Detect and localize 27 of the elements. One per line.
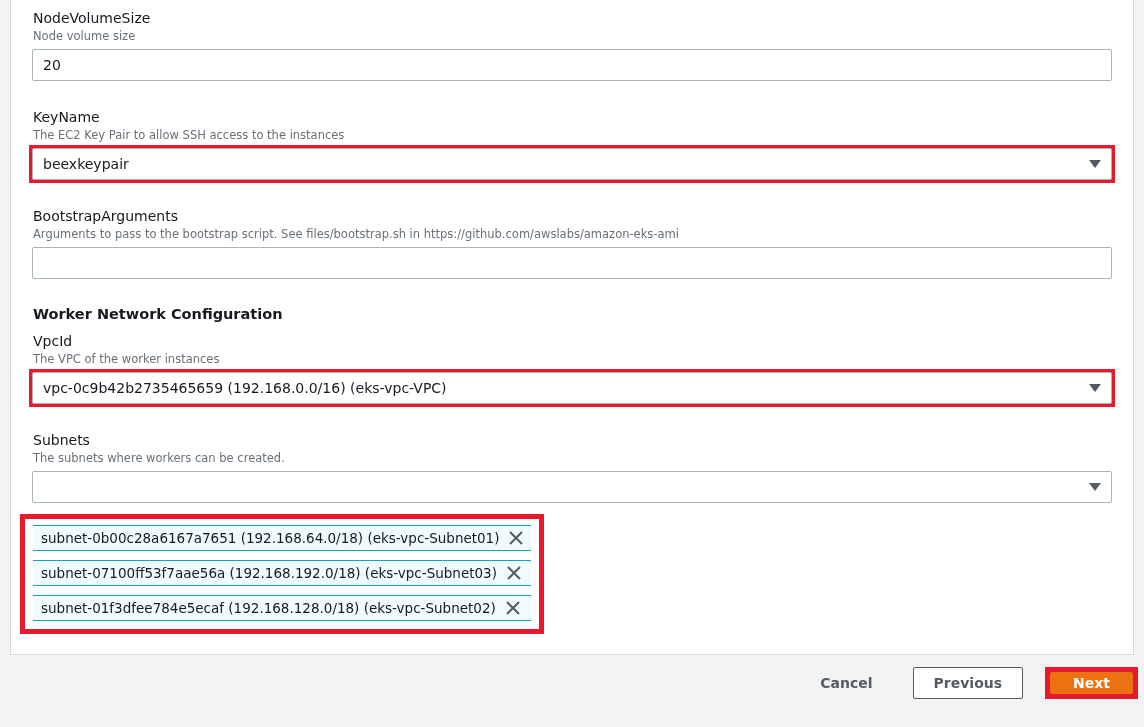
select-field[interactable]: beexkeypair — [32, 148, 1112, 180]
caret-down-icon — [1089, 160, 1101, 168]
field-description: Arguments to pass to the bootstrap script. See files/bootstrap.sh in https://github.com/awslabs/amazon-eks-ami — [33, 226, 680, 242]
section-heading: Worker Network Configuration — [33, 306, 284, 322]
input-field[interactable] — [32, 247, 1112, 279]
caret-down-icon — [1089, 483, 1101, 491]
close-icon[interactable] — [506, 566, 521, 580]
field-label: Subnets — [33, 431, 91, 450]
field-description: The VPC of the worker instances — [33, 351, 221, 367]
close-icon[interactable] — [509, 531, 524, 545]
select-field[interactable]: vpc-0c9b42b2735465659 (192.168.0.0/16) (eks-vpc-VPC) — [32, 372, 1112, 404]
field-description: The EC2 Key Pair to allow SSH access to the instances — [33, 127, 346, 143]
previous-button[interactable]: Previous — [912, 667, 1024, 699]
token-label: subnet-01f3dfee784e5ecaf (192.168.128.0/18) (eks-vpc-Subnet02) — [41, 600, 496, 616]
field-description: The subnets where workers can be created. — [33, 450, 286, 466]
token-label: subnet-0b00c28a6167a7651 (192.168.64.0/18) (eks-vpc-Subnet01) — [41, 530, 500, 546]
close-icon[interactable] — [505, 601, 520, 615]
field-description: Node volume size — [33, 28, 137, 44]
input-field[interactable]: 20 — [32, 49, 1112, 81]
field-label: KeyName — [33, 108, 101, 127]
caret-down-icon — [1089, 384, 1101, 392]
field-label: NodeVolumeSize — [33, 9, 152, 28]
select-field[interactable] — [32, 471, 1112, 503]
token-label: subnet-07100ff53f7aae56a (192.168.192.0/18) (eks-vpc-Subnet03) — [41, 565, 497, 581]
field-label: VpcId — [33, 332, 74, 351]
cancel-link[interactable]: Cancel — [802, 667, 891, 699]
field-label: BootstrapArguments — [33, 207, 179, 226]
